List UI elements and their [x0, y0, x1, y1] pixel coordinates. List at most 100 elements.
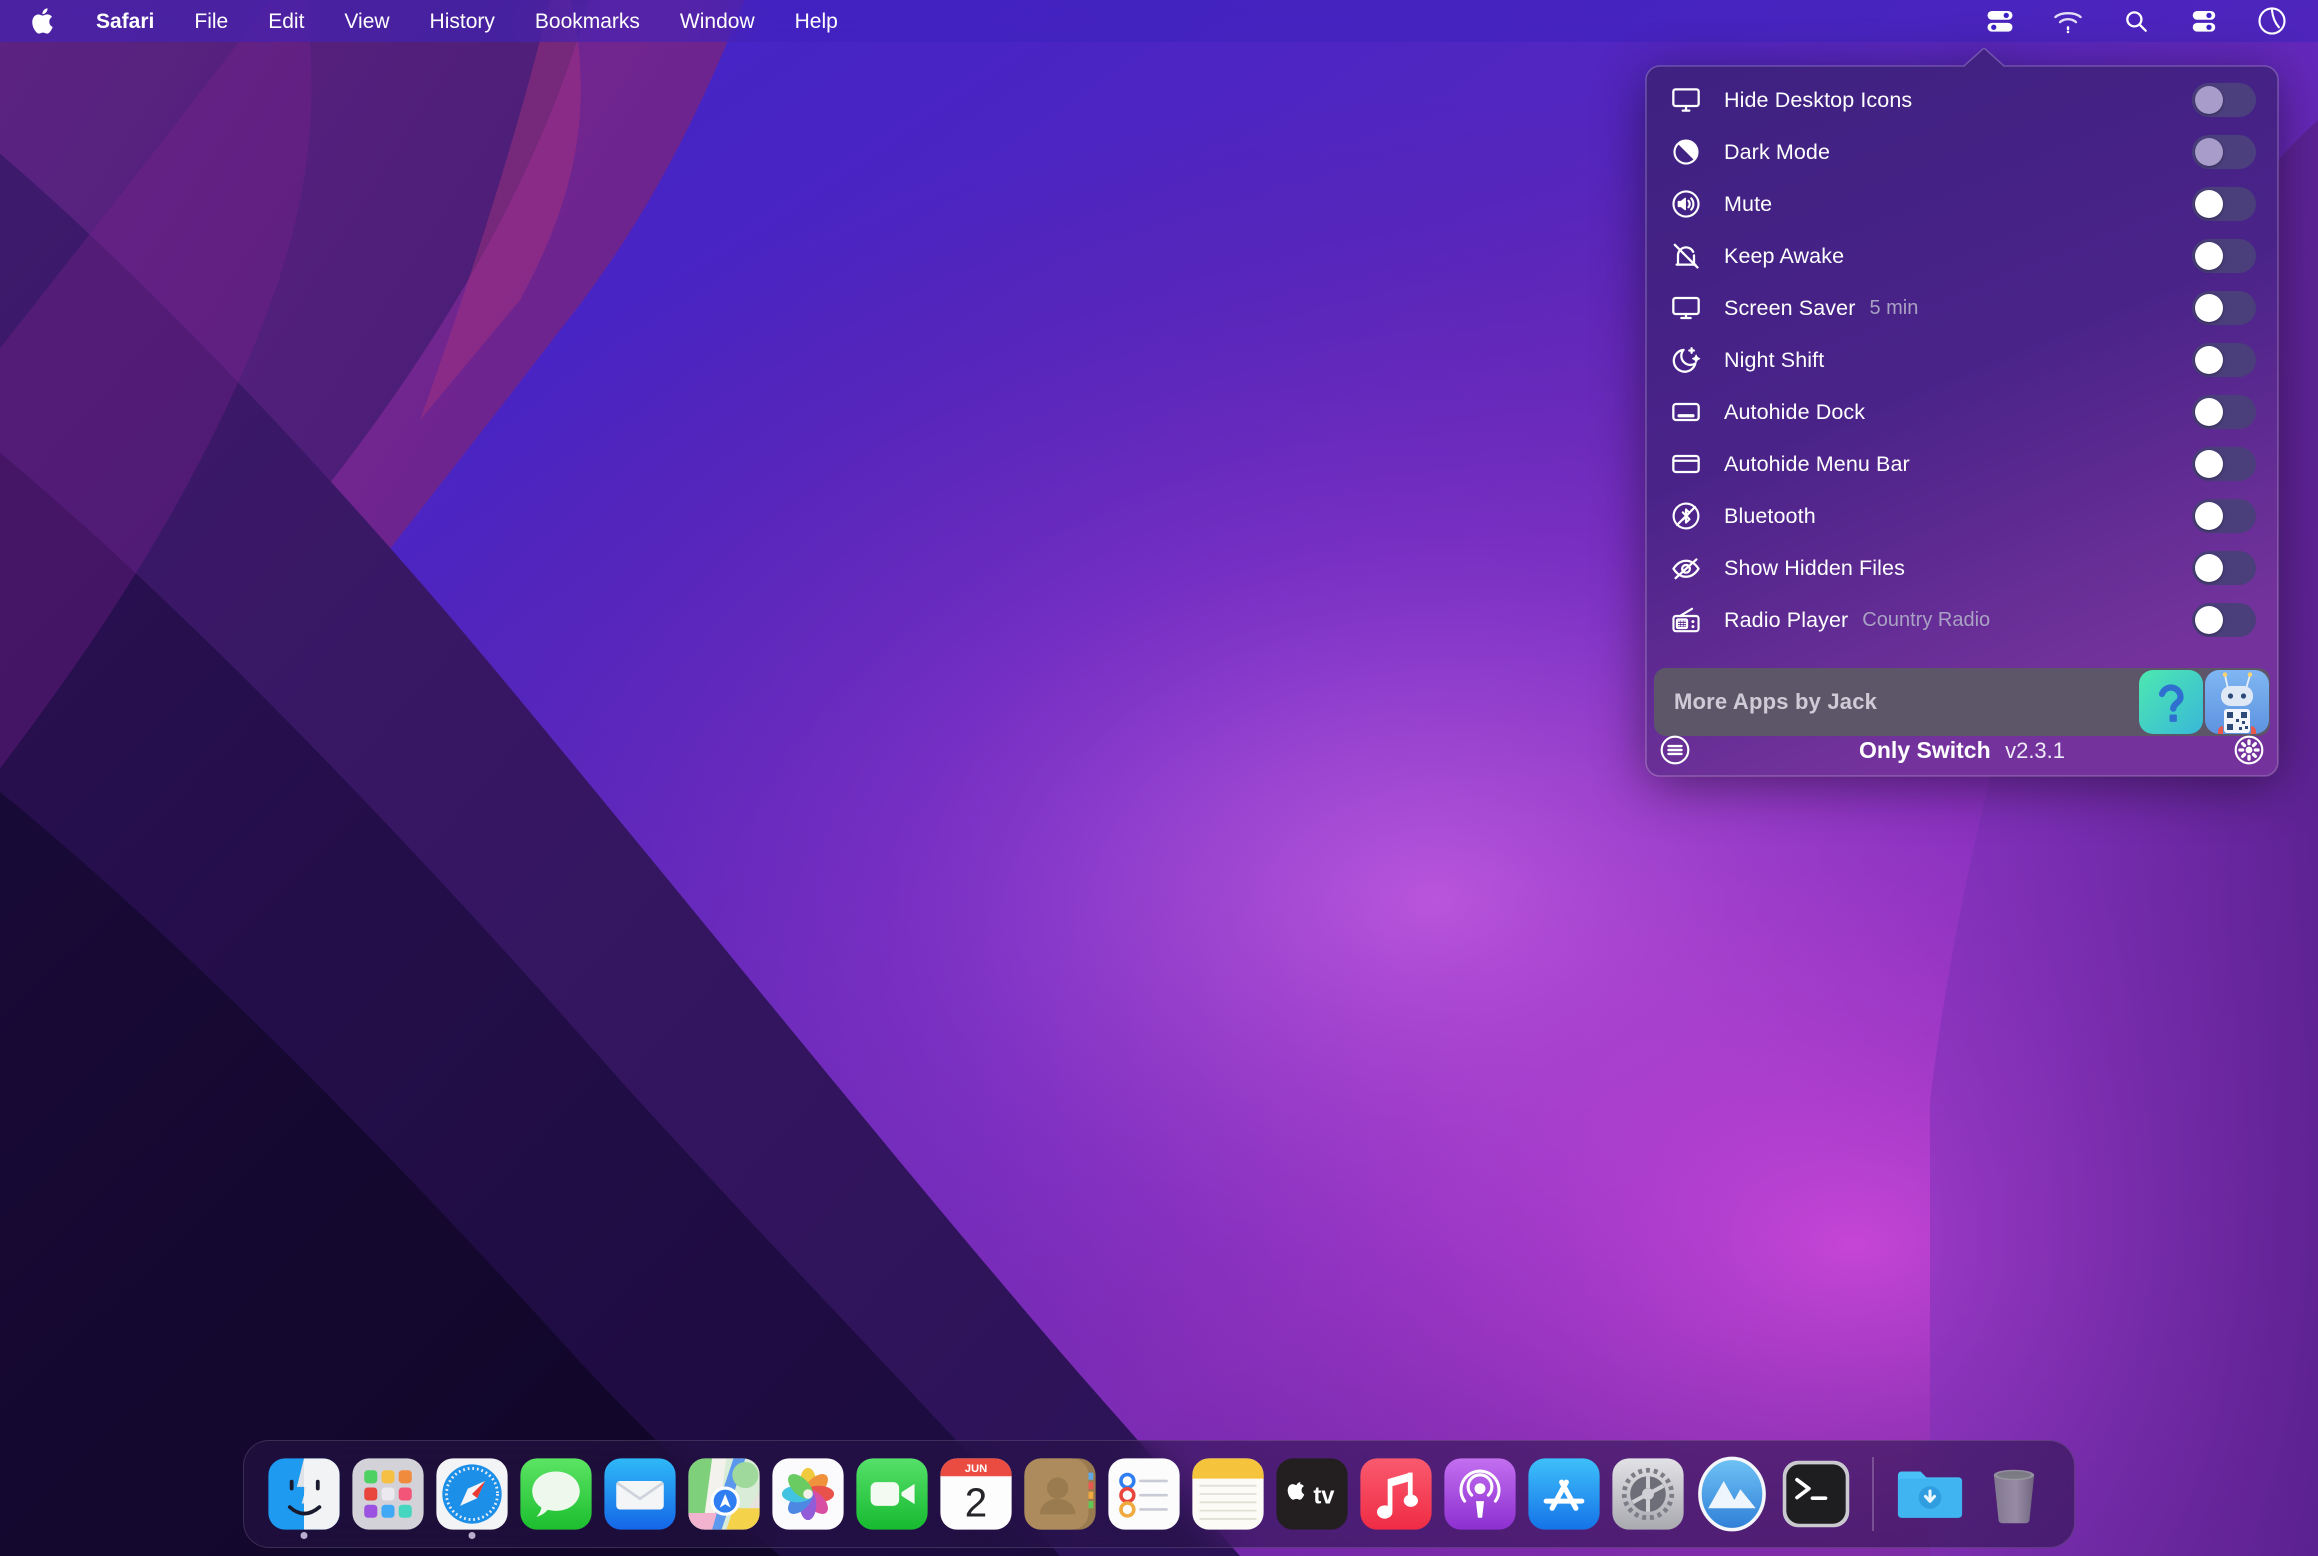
menu-bar-status-items	[1980, 6, 2318, 36]
control-center-glyph	[2189, 6, 2219, 36]
dock-icon	[1660, 394, 1712, 430]
radio-station-value[interactable]: Country Radio	[1862, 609, 1990, 632]
row-label: Autohide Dock	[1724, 400, 1865, 425]
dock-item-maps[interactable]	[682, 1440, 766, 1548]
menu-item-view[interactable]: View	[324, 11, 409, 32]
sliders-toggle-glyph	[1985, 6, 2015, 36]
toggle-hide-desktop-icons[interactable]	[2192, 83, 2256, 117]
row-label: Radio Player	[1724, 608, 1848, 633]
downloads-folder-icon	[1892, 1456, 1968, 1532]
gear-circle-icon[interactable]	[2232, 733, 2266, 767]
row-mute[interactable]: Mute	[1632, 178, 2292, 230]
menu-item-bookmarks[interactable]: Bookmarks	[515, 11, 660, 32]
menu-item-edit[interactable]: Edit	[248, 11, 324, 32]
dock-item-reminders[interactable]	[1102, 1440, 1186, 1548]
toggle-autohide-menu-bar[interactable]	[2192, 447, 2256, 481]
contacts-icon	[1022, 1456, 1098, 1532]
app-version: v2.3.1	[2005, 738, 2065, 763]
row-dark-mode[interactable]: Dark Mode	[1632, 126, 2292, 178]
toggle-show-hidden-files[interactable]	[2192, 551, 2256, 585]
only-switch-menubar-icon[interactable]	[1980, 6, 2020, 36]
toggle-keep-awake[interactable]	[2192, 239, 2256, 273]
dock-item-appstore[interactable]	[1522, 1440, 1606, 1548]
spotlight-search-icon[interactable]	[2116, 6, 2156, 36]
wifi-alert-icon[interactable]	[2048, 6, 2088, 36]
row-bluetooth[interactable]: Bluetooth	[1632, 490, 2292, 542]
dock-item-trash[interactable]	[1972, 1440, 2056, 1548]
facetime-icon	[854, 1456, 930, 1532]
podcasts-icon	[1442, 1456, 1518, 1532]
row-label: Hide Desktop Icons	[1724, 88, 1912, 113]
menu-item-help[interactable]: Help	[775, 11, 858, 32]
hamburger-circle-icon[interactable]	[1658, 733, 1692, 767]
dock-item-facetime[interactable]	[850, 1440, 934, 1548]
row-screen-saver[interactable]: Screen Saver 5 min	[1632, 282, 2292, 334]
row-keep-awake[interactable]: Keep Awake	[1632, 230, 2292, 282]
menu-bar: Safari File Edit View History Bookmarks …	[0, 0, 2318, 42]
control-center-icon[interactable]	[2184, 6, 2224, 36]
messages-icon	[518, 1456, 594, 1532]
menu-item-safari[interactable]: Safari	[76, 11, 174, 32]
music-icon	[1358, 1456, 1434, 1532]
night-shift-icon	[1660, 342, 1712, 378]
svg-text:JUN: JUN	[965, 1463, 988, 1475]
dock-item-downloads-folder[interactable]	[1888, 1440, 1972, 1548]
monitor-icon	[1660, 290, 1712, 326]
dock-item-system-preferences[interactable]	[1606, 1440, 1690, 1548]
display-icon	[1660, 82, 1712, 118]
notes-icon	[1190, 1456, 1266, 1532]
toggle-rows-list: Hide Desktop Icons Dark Mode	[1632, 74, 2292, 646]
bluetooth-off-icon	[1660, 498, 1712, 534]
launchpad-icon	[350, 1456, 426, 1532]
dock-item-sourcetree[interactable]	[1690, 1440, 1774, 1548]
dock-item-photos[interactable]	[766, 1440, 850, 1548]
dock-item-appletv[interactable]: tv	[1270, 1440, 1354, 1548]
menu-item-history[interactable]: History	[410, 11, 515, 32]
toggle-screen-saver[interactable]	[2192, 291, 2256, 325]
calendar-icon: JUN 2	[938, 1456, 1014, 1532]
dock-item-terminal[interactable]	[1774, 1440, 1858, 1548]
toggle-night-shift[interactable]	[2192, 343, 2256, 377]
toggle-autohide-dock[interactable]	[2192, 395, 2256, 429]
menu-item-window[interactable]: Window	[660, 11, 775, 32]
terminal-icon	[1778, 1456, 1854, 1532]
toggle-dark-mode[interactable]	[2192, 135, 2256, 169]
row-night-shift[interactable]: Night Shift	[1632, 334, 2292, 386]
trash-icon	[1976, 1456, 2052, 1532]
dock-item-music[interactable]	[1354, 1440, 1438, 1548]
row-show-hidden-files[interactable]: Show Hidden Files	[1632, 542, 2292, 594]
dock-item-safari[interactable]	[430, 1440, 514, 1548]
dock-item-mail[interactable]	[598, 1440, 682, 1548]
screen-saver-interval-value[interactable]: 5 min	[1869, 297, 1918, 320]
safari-icon	[434, 1456, 510, 1532]
finder-icon	[266, 1456, 342, 1532]
dock-item-messages[interactable]	[514, 1440, 598, 1548]
clock-icon[interactable]	[2252, 6, 2292, 36]
row-autohide-dock[interactable]: Autohide Dock	[1632, 386, 2292, 438]
keep-awake-icon	[1660, 238, 1712, 274]
apple-logo-icon[interactable]	[24, 7, 76, 35]
dock-item-podcasts[interactable]	[1438, 1440, 1522, 1548]
dock-item-notes[interactable]	[1186, 1440, 1270, 1548]
sourcetree-icon	[1694, 1456, 1770, 1532]
toggle-mute[interactable]	[2192, 187, 2256, 221]
dock-item-calendar[interactable]: JUN 2	[934, 1440, 1018, 1548]
toggle-bluetooth[interactable]	[2192, 499, 2256, 533]
only-switch-panel: Hide Desktop Icons Dark Mode	[1632, 48, 2292, 790]
row-radio-player[interactable]: Radio Player Country Radio	[1632, 594, 2292, 646]
row-label: Dark Mode	[1724, 140, 1830, 165]
apple-logo-glyph	[30, 7, 54, 35]
dock-item-contacts[interactable]	[1018, 1440, 1102, 1548]
maps-icon	[686, 1456, 762, 1532]
clock-glyph	[2257, 6, 2287, 36]
dock-item-finder[interactable]	[262, 1440, 346, 1548]
appstore-icon	[1526, 1456, 1602, 1532]
row-hide-desktop-icons[interactable]: Hide Desktop Icons	[1632, 74, 2292, 126]
dock-item-launchpad[interactable]	[346, 1440, 430, 1548]
row-label: Mute	[1724, 192, 1772, 217]
toggle-radio-player[interactable]	[2192, 603, 2256, 637]
menu-item-file[interactable]: File	[174, 11, 248, 32]
reminders-icon	[1106, 1456, 1182, 1532]
dock: JUN 2	[243, 1440, 2075, 1548]
row-autohide-menu-bar[interactable]: Autohide Menu Bar	[1632, 438, 2292, 490]
